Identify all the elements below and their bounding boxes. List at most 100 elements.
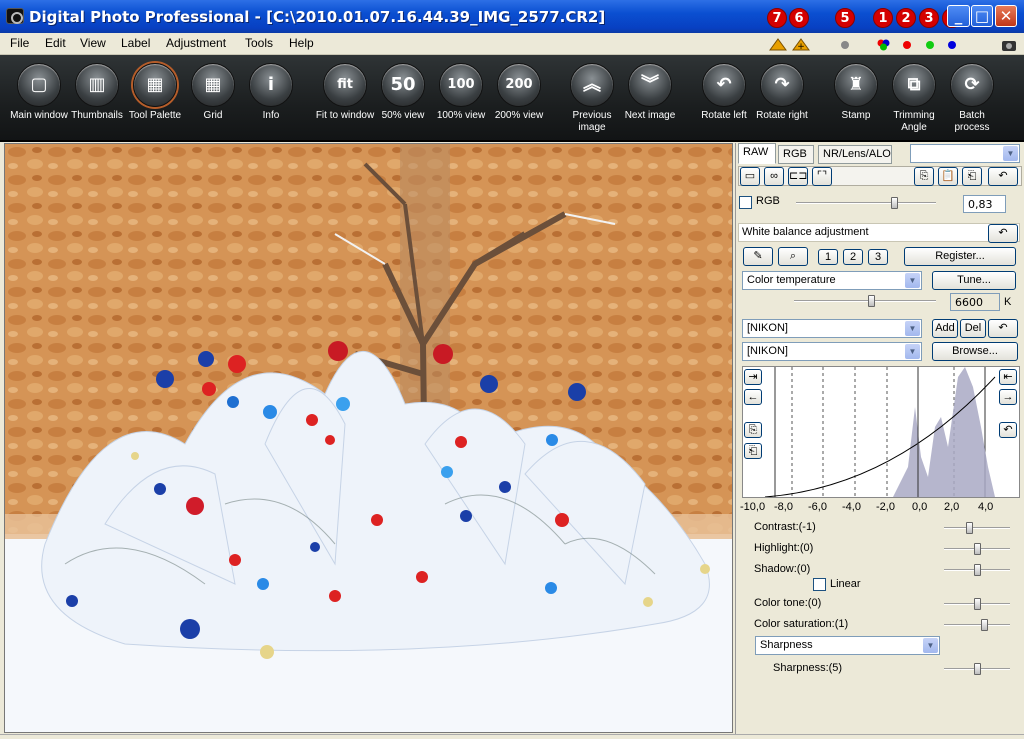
zoom50-icon: 50 xyxy=(381,63,425,107)
minimize-button[interactable]: _ xyxy=(947,5,970,27)
histogram-paste-icon[interactable]: ⎗ xyxy=(744,443,762,459)
histogram-right-in-icon[interactable]: ⇤ xyxy=(999,369,1017,385)
warning-plus-icon[interactable]: + xyxy=(791,37,811,52)
toolbar-button-photo[interactable]: ▢ Main window xyxy=(9,63,69,122)
undo-icon[interactable]: ↶ xyxy=(988,167,1018,186)
toolbar-button-fit[interactable]: fit Fit to window xyxy=(315,63,375,122)
fit-icon[interactable]: ⌜⌝ xyxy=(812,167,832,186)
fit-icon: fit xyxy=(323,63,367,107)
hist-tick: -8,0 xyxy=(774,501,793,513)
red-dot-icon[interactable] xyxy=(897,37,917,52)
copy-icon[interactable]: ⎘ xyxy=(914,167,934,186)
rotate-left-icon: ↶ xyxy=(702,63,746,107)
menu-file[interactable]: File xyxy=(10,36,29,50)
link-icon[interactable]: ∞ xyxy=(764,167,784,186)
del-button[interactable]: Del xyxy=(960,319,986,338)
toolbar-button-thumbnails[interactable]: ▥ Thumbnails xyxy=(67,63,127,122)
highlight-slider[interactable] xyxy=(944,543,1010,555)
chevron-down-icon: ▼ xyxy=(1003,146,1018,161)
shadow-slider[interactable] xyxy=(944,564,1010,576)
chevron-down-icon: ▼ xyxy=(905,344,920,359)
register-button[interactable]: Register... xyxy=(904,247,1016,266)
toolbar-button-zoom50[interactable]: 50 50% view xyxy=(373,63,433,122)
histogram[interactable]: ⇥ ← ⎘ ⎗ ⇤ → ↶ xyxy=(742,366,1020,498)
picture-style-select[interactable]: [NIKON] ▼ xyxy=(742,319,922,338)
browse-button[interactable]: Browse... xyxy=(932,342,1018,361)
camera-small-icon[interactable] xyxy=(999,37,1019,52)
warning-icon[interactable] xyxy=(768,37,788,52)
image-view[interactable] xyxy=(4,143,733,733)
tab-rgb[interactable]: RGB xyxy=(778,145,814,164)
trimming-icon: ⧉ xyxy=(892,63,936,107)
toolbar-button-batch[interactable]: ⟳ Batch process xyxy=(942,63,1002,134)
info-icon: i xyxy=(249,63,293,107)
histogram-copy-icon[interactable]: ⎘ xyxy=(744,422,762,438)
tab-nr-lens-alo[interactable]: NR/Lens/ALO xyxy=(818,145,892,164)
paste-icon[interactable]: 📋 xyxy=(938,167,958,186)
toolbar-label: 50% view xyxy=(381,110,425,121)
menu-adjustment[interactable]: Adjustment xyxy=(166,36,226,50)
menu-tools[interactable]: Tools xyxy=(245,36,273,50)
gray-dot-icon[interactable] xyxy=(835,37,855,52)
color-temp-slider[interactable] xyxy=(794,295,936,307)
menu-label[interactable]: Label xyxy=(121,36,150,50)
histogram-undo-icon[interactable]: ↶ xyxy=(999,422,1017,438)
toolbar-button-next-image[interactable]: ︾ Next image xyxy=(620,63,680,122)
add-button[interactable]: Add xyxy=(932,319,958,338)
toolbar-label: Trimming Angle xyxy=(893,110,935,133)
histogram-left-out-icon[interactable]: ← xyxy=(744,389,762,405)
maximize-button[interactable]: □ xyxy=(971,5,993,27)
wb-slot-2[interactable]: 2 xyxy=(843,249,863,265)
sharpness-slider[interactable] xyxy=(944,663,1010,675)
toolbar-button-tool-palette[interactable]: ▦ Tool Palette xyxy=(125,63,185,122)
rgb-dots-icon[interactable] xyxy=(874,37,894,52)
wb-mode-select[interactable]: Color temperature ▼ xyxy=(742,271,922,290)
blue-dot-icon[interactable] xyxy=(942,37,962,52)
histogram-graph xyxy=(764,367,996,498)
toolbar-button-grid[interactable]: ▦ Grid xyxy=(183,63,243,122)
toolbar-button-zoom100[interactable]: 100 100% view xyxy=(431,63,491,122)
menu-edit[interactable]: Edit xyxy=(45,36,66,50)
zoom-icon[interactable]: ⌕ xyxy=(778,247,808,266)
tab-raw[interactable]: RAW xyxy=(738,143,776,164)
linear-checkbox[interactable] xyxy=(813,578,826,591)
contrast-slider[interactable] xyxy=(944,522,1010,534)
toolbar-button-rotate-right[interactable]: ↷ Rotate right xyxy=(752,63,812,122)
color-tone-slider[interactable] xyxy=(944,598,1010,610)
green-dot-icon[interactable] xyxy=(920,37,940,52)
eyedropper-icon[interactable]: ✎ xyxy=(743,247,773,266)
wb-undo-icon[interactable]: ↶ xyxy=(988,224,1018,243)
menu-view[interactable]: View xyxy=(80,36,106,50)
close-button[interactable]: ✕ xyxy=(995,5,1017,27)
tone-curve-icon[interactable]: ▭ xyxy=(740,167,760,186)
sharpness-mode-select[interactable]: Sharpness ▼ xyxy=(755,636,940,655)
batch-icon: ⟳ xyxy=(950,63,994,107)
toolbar-button-trimming[interactable]: ⧉ Trimming Angle xyxy=(884,63,944,134)
brightness-slider[interactable] xyxy=(796,197,936,209)
badge-2: 2 xyxy=(896,8,916,28)
zoom200-icon: 200 xyxy=(497,63,541,107)
brightness-field[interactable]: 0,83 xyxy=(963,195,1006,213)
tab-dropdown[interactable]: ▼ xyxy=(910,144,1020,163)
hist-tick: -6,0 xyxy=(808,501,827,513)
wb-slot-3[interactable]: 3 xyxy=(868,249,888,265)
hist-tick: -4,0 xyxy=(842,501,861,513)
kelvin-field[interactable]: 6600 xyxy=(950,293,1000,311)
toolbar-button-rotate-left[interactable]: ↶ Rotate left xyxy=(694,63,754,122)
wb-slot-1[interactable]: 1 xyxy=(818,249,838,265)
rgb-checkbox[interactable] xyxy=(739,196,752,209)
expand-icon[interactable]: ⊏⊐ xyxy=(788,167,808,186)
style-undo-icon[interactable]: ↶ xyxy=(988,319,1018,338)
color-saturation-slider[interactable] xyxy=(944,619,1010,631)
picture-style-file-select[interactable]: [NIKON] ▼ xyxy=(742,342,922,361)
menu-help[interactable]: Help xyxy=(289,36,314,50)
toolbar-label: Fit to window xyxy=(315,110,375,121)
histogram-left-in-icon[interactable]: ⇥ xyxy=(744,369,762,385)
toolbar-button-info[interactable]: i Info xyxy=(241,63,301,122)
paste-all-icon[interactable]: ⎗ xyxy=(962,167,982,186)
toolbar-button-prev-image[interactable]: ︽ Previous image xyxy=(562,63,622,134)
histogram-right-out-icon[interactable]: → xyxy=(999,389,1017,405)
toolbar-button-stamp[interactable]: ♜ Stamp xyxy=(826,63,886,122)
tune-button[interactable]: Tune... xyxy=(932,271,1016,290)
toolbar-button-zoom200[interactable]: 200 200% view xyxy=(489,63,549,122)
